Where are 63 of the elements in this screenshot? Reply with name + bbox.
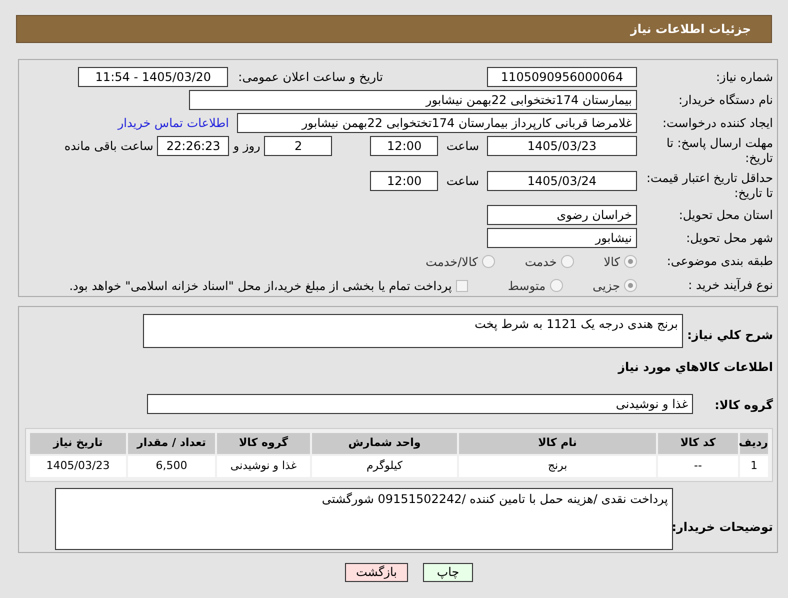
field-label: روز و: [233, 138, 260, 155]
table-cell: --: [658, 456, 738, 477]
field-label: شهر محل تحویل:: [685, 230, 773, 246]
field-label: پرداخت تمام یا بخشی از مبلغ خرید،از محل "اسناد خزانه اسلامی" خواهد بود.: [69, 278, 452, 294]
page-title: جزئیات اطلاعات نیاز: [630, 21, 751, 38]
field-label: کالا/خدمت: [426, 254, 478, 270]
table-cell: غذا و نوشیدنی: [217, 456, 310, 477]
table-cell: برنج: [459, 456, 656, 477]
section-title: اطلاعات کالاهاي مورد نياز: [618, 360, 773, 374]
buyer-contact-link[interactable]: اطلاعات تماس خریدار: [118, 114, 229, 132]
field-label: شرح کلي نياز:: [687, 328, 773, 342]
text-field[interactable]: 1405/03/24: [487, 170, 637, 190]
column-header: نام کالا: [459, 433, 656, 454]
field-label: تاریخ و ساعت اعلان عمومی:: [238, 69, 383, 86]
field-label: طبقه بندی موضوعی:: [666, 254, 773, 269]
field-label: ساعت باقی مانده: [64, 138, 154, 155]
text-field[interactable]: غلامرضا قربانی کارپرداز بیمارستان 174تختخوابی 22بهمن نیشابور: [237, 113, 637, 133]
back-button[interactable]: بازگشت: [345, 563, 408, 582]
field-label: حداقل تاریخ اعتبار قیمت: تا تاریخ:: [645, 170, 773, 200]
table-cell: 6,500: [128, 456, 215, 477]
text-field[interactable]: 1405/03/23: [487, 136, 637, 156]
table-cell: 1405/03/23: [30, 456, 126, 477]
checkbox[interactable]: [456, 280, 468, 292]
column-header: تاریخ نیاز: [30, 433, 126, 454]
table-cell: کیلوگرم: [312, 456, 457, 477]
field-label: متوسط: [508, 278, 546, 294]
text-field[interactable]: خراسان رضوی: [487, 205, 637, 225]
text-field[interactable]: بیمارستان 174تختخوابی 22بهمن نیشابور: [189, 90, 637, 110]
table-cell: 1: [740, 456, 768, 477]
field-label: گروه کالا:: [714, 398, 773, 412]
column-header: تعداد / مقدار: [128, 433, 215, 454]
field-label: کالا: [604, 254, 620, 270]
countdown-field[interactable]: 22:26:23: [157, 136, 230, 156]
radio-button[interactable]: [624, 255, 637, 268]
field-label: جزیی: [592, 278, 620, 294]
field-label: توضیحات خریدار:: [672, 520, 773, 534]
field-label: شماره نیاز:: [715, 70, 773, 84]
print-button[interactable]: چاپ: [423, 563, 473, 582]
radio-button[interactable]: [624, 279, 637, 292]
radio-button[interactable]: [482, 255, 495, 268]
description-textarea[interactable]: برنج هندی درجه یک 1121 به شرط پخت: [143, 314, 683, 348]
field-label: ایجاد کننده درخواست:: [661, 116, 773, 130]
field-label: خدمت: [524, 254, 557, 270]
column-header: گروه کالا: [217, 433, 310, 454]
text-field[interactable]: نیشابور: [487, 228, 637, 248]
radio-button[interactable]: [560, 255, 574, 268]
column-header: کد کالا: [658, 433, 738, 454]
field-label: استان محل تحویل:: [678, 208, 773, 222]
text-field[interactable]: 1105090956000064: [487, 67, 637, 87]
notes-textarea[interactable]: پرداخت نقدی /هزینه حمل با تامین کننده /09151502242 شورگشتی: [55, 488, 673, 550]
text-field[interactable]: 12:00: [370, 170, 438, 190]
column-header: ردیف: [740, 433, 768, 454]
field-label: مهلت ارسال پاسخ: تا تاریخ:: [665, 136, 773, 166]
text-field[interactable]: غذا و نوشیدنی: [147, 394, 693, 414]
field-label: ساعت: [446, 138, 479, 155]
text-field[interactable]: 1405/03/20 - 11:54: [78, 67, 228, 87]
field-label: نام دستگاه خریدار:: [678, 92, 773, 108]
field-label: ساعت: [446, 172, 479, 190]
field-label: نوع فرآیند خرید :: [687, 278, 773, 293]
text-field[interactable]: 12:00: [370, 136, 438, 156]
column-header: واحد شمارش: [312, 433, 457, 454]
radio-button[interactable]: [550, 279, 563, 292]
text-field[interactable]: 2: [264, 136, 332, 156]
